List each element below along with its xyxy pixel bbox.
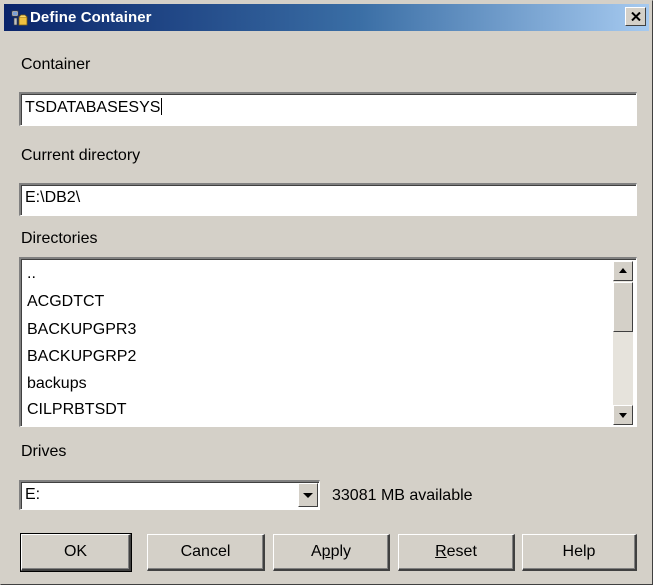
title-bar[interactable]: Define Container [4, 4, 649, 31]
current-directory-field: E:\DB2\ [19, 183, 637, 216]
dropdown-button[interactable] [298, 483, 318, 507]
text-caret [161, 98, 163, 115]
apply-button[interactable]: Apply [273, 534, 390, 571]
directories-label: Directories [21, 230, 98, 247]
define-container-dialog: Define Container Container TSDATABASESYS… [0, 0, 653, 585]
ok-button[interactable]: OK [20, 533, 132, 572]
container-input[interactable]: TSDATABASESYS [19, 92, 637, 126]
db2-container-icon [11, 9, 29, 27]
window-title: Define Container [30, 9, 152, 26]
close-button[interactable] [625, 7, 646, 26]
current-directory-value: E:\DB2\ [25, 189, 81, 206]
close-icon [631, 12, 641, 21]
directories-scrollbar[interactable] [613, 261, 633, 425]
help-button[interactable]: Help [522, 534, 637, 571]
directories-list[interactable]: .. ACGDTCT BACKUPGPR3 BACKUPGRP2 backups… [19, 257, 637, 427]
list-item[interactable]: BACKUPGPR3 [27, 321, 136, 339]
list-item[interactable]: .. [27, 265, 36, 283]
list-item[interactable]: CILPRBTSDT [27, 401, 127, 419]
list-item[interactable]: ACGDTCT [27, 293, 104, 311]
available-space-text: 33081 MB available [332, 487, 473, 504]
list-item[interactable]: BACKUPGRP2 [27, 348, 136, 366]
drives-label: Drives [21, 443, 67, 460]
reset-label-end: eset [446, 543, 477, 560]
container-value: TSDATABASESYS [25, 99, 161, 116]
scroll-up-button[interactable] [613, 261, 633, 281]
reset-button[interactable]: Reset [398, 534, 515, 571]
arrow-down-icon [619, 413, 627, 418]
drives-selected: E: [25, 486, 41, 503]
apply-mnemonic: p [321, 543, 331, 560]
scroll-down-button[interactable] [613, 405, 633, 425]
reset-mnemonic: R [435, 543, 447, 560]
apply-label-end: ply [330, 543, 352, 560]
chevron-down-icon [303, 493, 313, 498]
scroll-thumb[interactable] [613, 282, 633, 332]
cancel-button[interactable]: Cancel [147, 534, 265, 571]
apply-label-start: A [310, 543, 322, 560]
container-label: Container [21, 56, 91, 73]
list-item[interactable]: backups [27, 375, 87, 393]
current-directory-label: Current directory [21, 147, 141, 164]
drives-dropdown[interactable]: E: [19, 480, 320, 510]
arrow-up-icon [619, 268, 627, 273]
